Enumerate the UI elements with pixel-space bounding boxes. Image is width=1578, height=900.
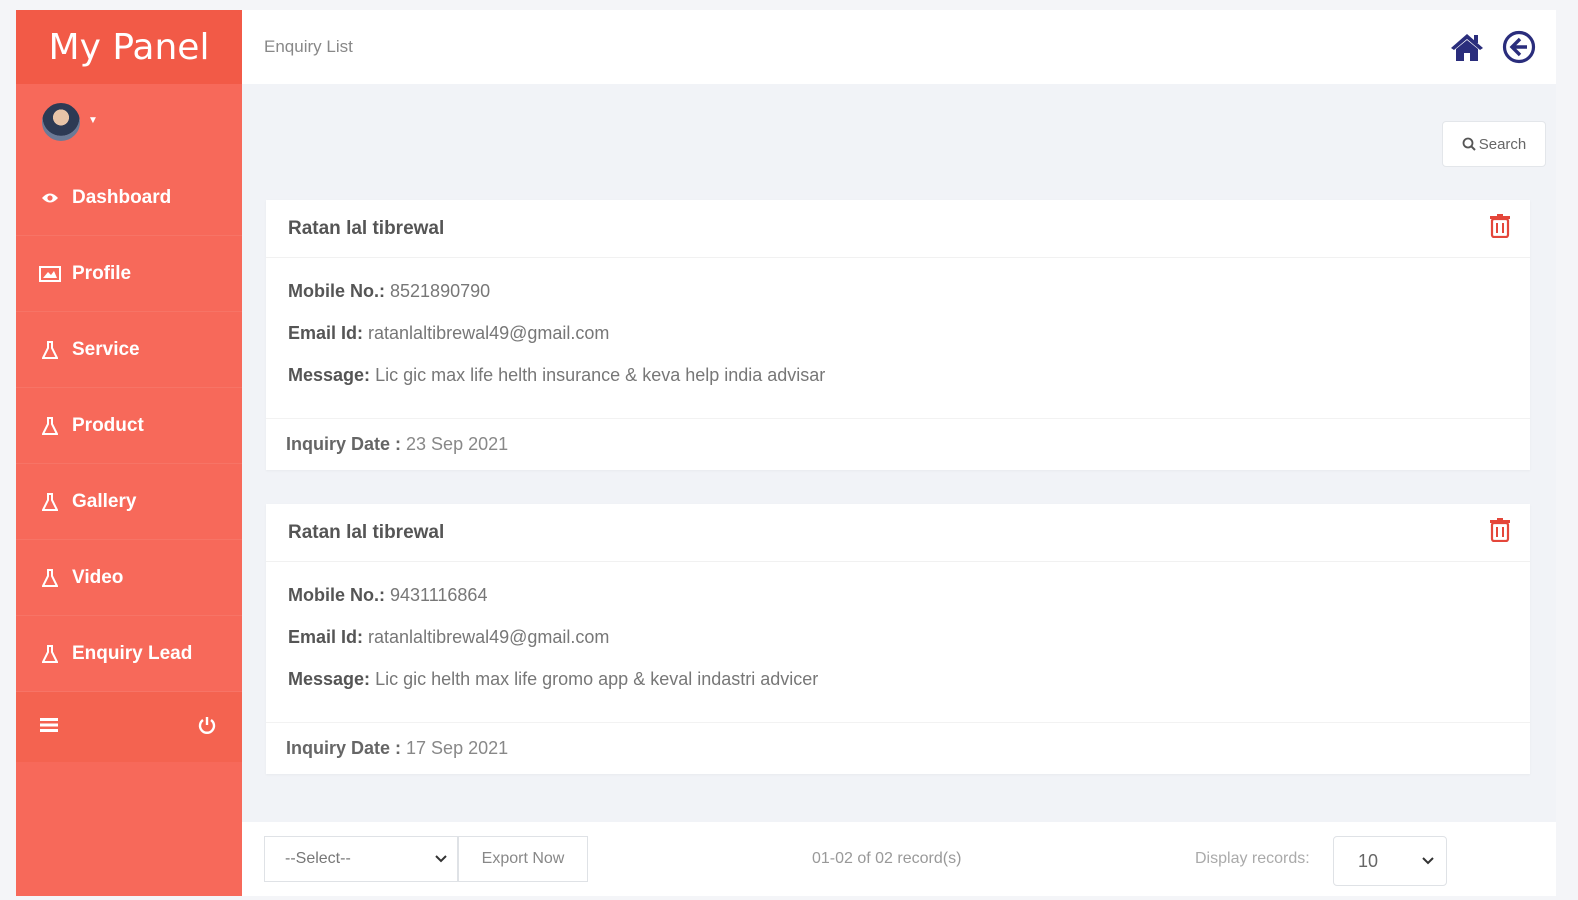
sidebar-item-service[interactable]: Service bbox=[16, 312, 242, 388]
back-arrow-icon[interactable] bbox=[1502, 30, 1536, 64]
sidebar-item-product[interactable]: Product bbox=[16, 388, 242, 464]
display-records-select[interactable]: 10 bbox=[1333, 836, 1447, 886]
avatar[interactable] bbox=[40, 101, 82, 143]
sidebar-item-gallery[interactable]: Gallery bbox=[16, 464, 242, 540]
sidebar-item-label: Product bbox=[72, 414, 144, 436]
pagination-bar: --Select-- Export Now 01-02 of 02 record… bbox=[242, 822, 1556, 896]
inquiry-date-label: Inquiry Date : bbox=[286, 738, 402, 758]
card-footer: Inquiry Date : 17 Sep 2021 bbox=[266, 722, 1530, 774]
sidebar-item-enquiry-lead[interactable]: Enquiry Lead bbox=[16, 616, 242, 692]
search-button-label: Search bbox=[1478, 135, 1527, 153]
sidebar-item-label: Profile bbox=[72, 262, 132, 284]
app-frame: My Panel ▼ Dashboard Profile Service Pro… bbox=[16, 10, 1556, 896]
sidebar-item-video[interactable]: Video bbox=[16, 540, 242, 616]
enquiry-card: Ratan lal tibrewal Mobile No.: 943111686… bbox=[266, 504, 1530, 774]
chevron-down-icon bbox=[1422, 857, 1434, 865]
user-profile[interactable]: ▼ bbox=[16, 84, 242, 160]
mobile-value: 9431116864 bbox=[390, 585, 488, 605]
message-label: Message: bbox=[288, 669, 371, 689]
display-records-label: Display records: bbox=[1195, 850, 1310, 867]
page-title: Enquiry List bbox=[264, 37, 353, 56]
sidebar-item-label: Video bbox=[72, 566, 124, 588]
email-value: ratanlaltibrewal49@gmail.com bbox=[368, 323, 610, 343]
trash-icon[interactable] bbox=[1490, 214, 1510, 243]
email-row: Email Id: ratanlaltibrewal49@gmail.com bbox=[288, 626, 1508, 648]
flask-icon bbox=[38, 568, 62, 587]
mobile-label: Mobile No.: bbox=[288, 281, 385, 301]
bulk-action-value: --Select-- bbox=[285, 850, 351, 867]
sidebar-item-label: Gallery bbox=[72, 490, 137, 512]
sidebar-footer bbox=[16, 692, 242, 762]
bulk-action-select[interactable]: --Select-- bbox=[264, 836, 458, 882]
flask-icon bbox=[38, 416, 62, 435]
email-row: Email Id: ratanlaltibrewal49@gmail.com bbox=[288, 322, 1508, 344]
inquiry-date-value: 23 Sep 2021 bbox=[406, 434, 509, 454]
card-body: Mobile No.: 9431116864 Email Id: ratanla… bbox=[266, 562, 1530, 722]
home-icon[interactable] bbox=[1450, 32, 1484, 62]
brand-logo[interactable]: My Panel bbox=[16, 10, 242, 84]
inquiry-date-value: 17 Sep 2021 bbox=[406, 738, 509, 758]
sidebar-item-dashboard[interactable]: Dashboard bbox=[16, 160, 242, 236]
card-body: Mobile No.: 8521890790 Email Id: ratanla… bbox=[266, 258, 1530, 418]
flask-icon bbox=[38, 340, 62, 359]
sidebar-item-profile[interactable]: Profile bbox=[16, 236, 242, 312]
message-row: Message: Lic gic helth max life gromo ap… bbox=[288, 668, 1508, 690]
top-bar: Enquiry List bbox=[242, 10, 1556, 84]
email-label: Email Id: bbox=[288, 323, 364, 343]
export-button[interactable]: Export Now bbox=[458, 836, 588, 882]
mobile-row: Mobile No.: 9431116864 bbox=[288, 584, 1508, 606]
card-footer: Inquiry Date : 23 Sep 2021 bbox=[266, 418, 1530, 470]
card-header: Ratan lal tibrewal bbox=[266, 200, 1530, 258]
display-records-value: 10 bbox=[1358, 850, 1379, 871]
message-value: Lic gic max life helth insurance & keva … bbox=[375, 365, 826, 385]
search-icon bbox=[1462, 137, 1476, 151]
sidebar-item-label: Service bbox=[72, 338, 140, 360]
power-icon[interactable] bbox=[198, 716, 216, 739]
card-header: Ratan lal tibrewal bbox=[266, 504, 1530, 562]
flask-icon bbox=[38, 644, 62, 663]
main-content: Search Ratan lal tibrewal Mobile No.: 85… bbox=[242, 84, 1556, 896]
chevron-down-icon bbox=[435, 855, 447, 863]
message-label: Message: bbox=[288, 365, 371, 385]
message-value: Lic gic helth max life gromo app & keval… bbox=[375, 669, 819, 689]
mobile-label: Mobile No.: bbox=[288, 585, 385, 605]
mobile-row: Mobile No.: 8521890790 bbox=[288, 280, 1508, 302]
sidebar-item-label: Dashboard bbox=[72, 186, 172, 208]
enquirer-name: Ratan lal tibrewal bbox=[288, 217, 445, 239]
header-actions bbox=[1450, 30, 1536, 64]
eye-icon bbox=[38, 192, 62, 204]
image-icon bbox=[38, 265, 62, 282]
email-label: Email Id: bbox=[288, 627, 364, 647]
hamburger-icon[interactable] bbox=[40, 717, 58, 738]
search-button[interactable]: Search bbox=[1442, 121, 1546, 167]
trash-icon[interactable] bbox=[1490, 518, 1510, 547]
sidebar: My Panel ▼ Dashboard Profile Service Pro… bbox=[16, 10, 242, 896]
records-info: 01-02 of 02 record(s) bbox=[812, 850, 962, 867]
enquirer-name: Ratan lal tibrewal bbox=[288, 521, 445, 543]
flask-icon bbox=[38, 492, 62, 511]
mobile-value: 8521890790 bbox=[390, 281, 491, 301]
enquiry-card: Ratan lal tibrewal Mobile No.: 852189079… bbox=[266, 200, 1530, 470]
caret-down-icon[interactable]: ▼ bbox=[88, 115, 98, 126]
message-row: Message: Lic gic max life helth insuranc… bbox=[288, 364, 1508, 386]
sidebar-item-label: Enquiry Lead bbox=[72, 642, 193, 664]
inquiry-date-label: Inquiry Date : bbox=[286, 434, 402, 454]
email-value: ratanlaltibrewal49@gmail.com bbox=[368, 627, 610, 647]
